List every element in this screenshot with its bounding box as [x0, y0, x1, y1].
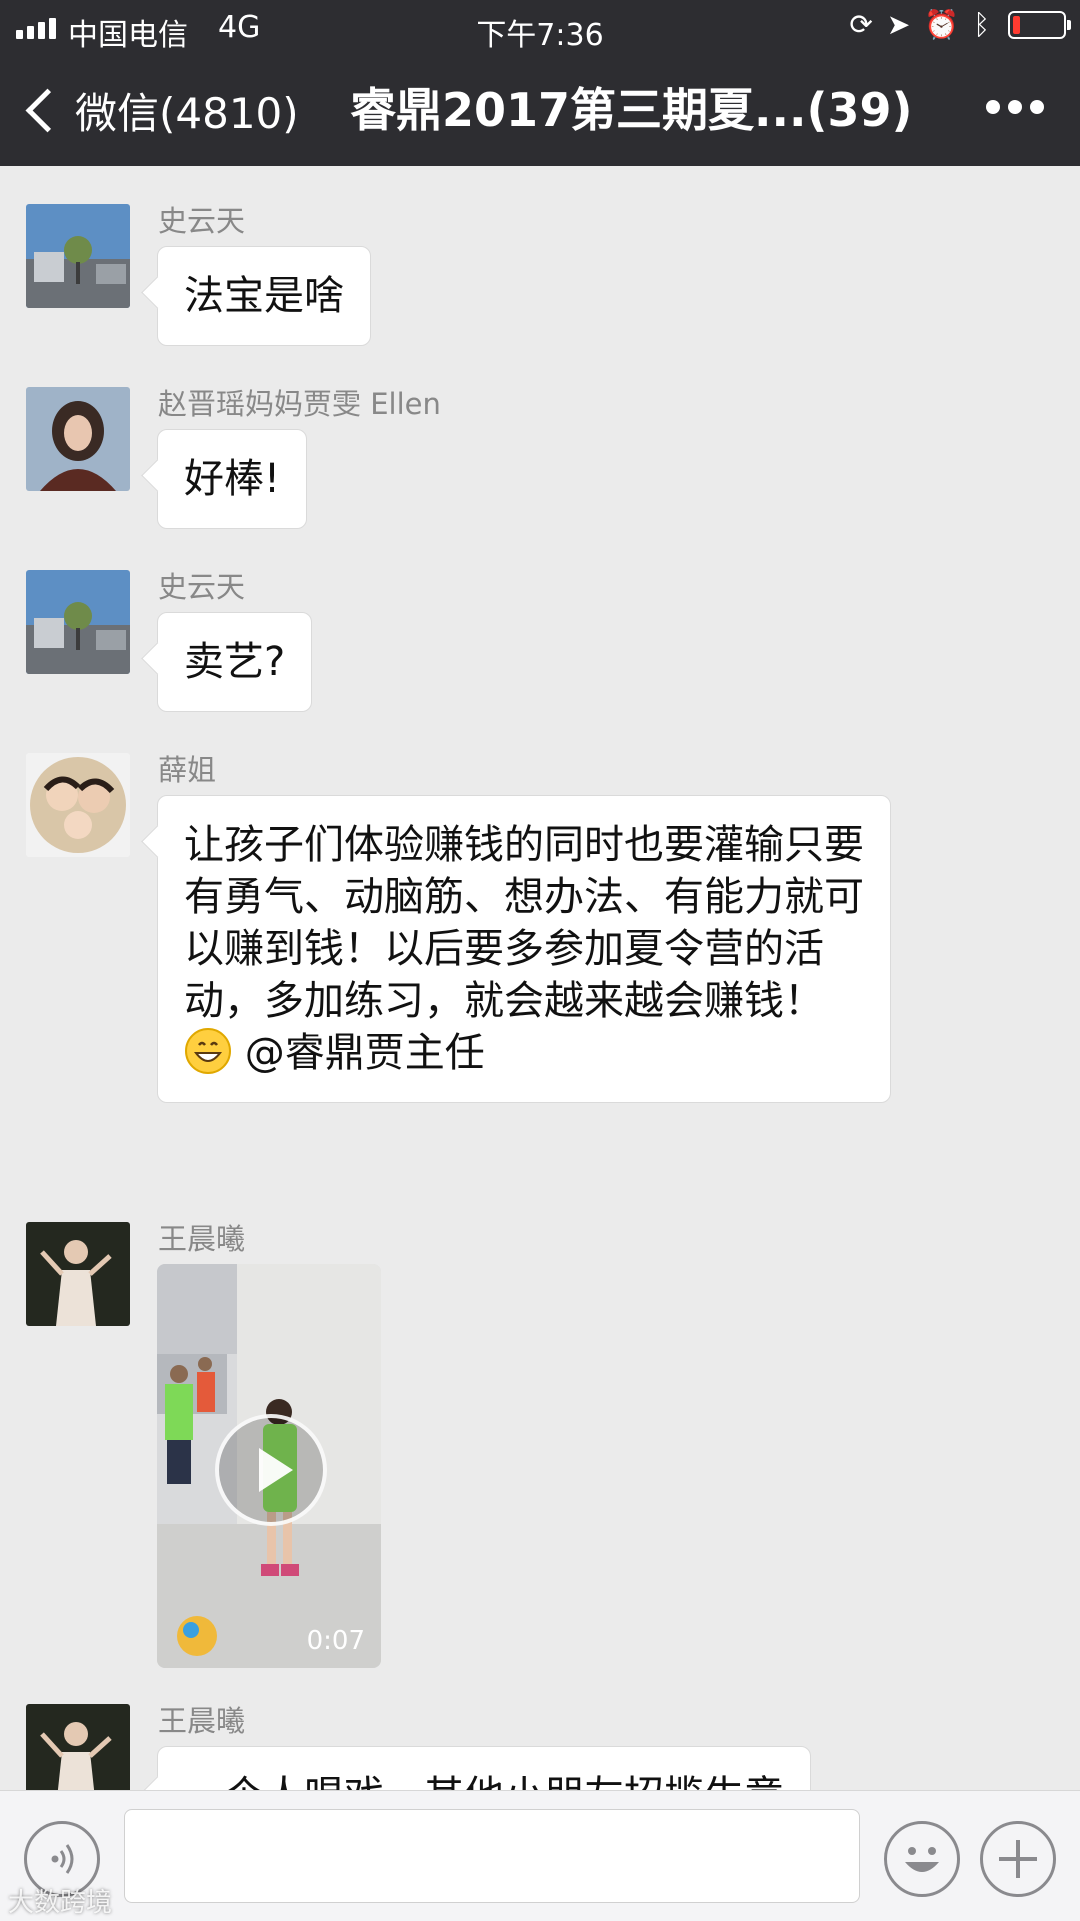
back-label: 微信(4810): [75, 88, 299, 138]
sender-name: 王晨曦: [158, 1704, 246, 1738]
location-icon: ➤: [886, 8, 911, 41]
grinning-face-icon: [185, 1028, 231, 1074]
status-icons: ⟳ ➤ ⏰ ᛒ: [849, 8, 1071, 42]
rotation-lock-icon: ⟳: [849, 8, 873, 41]
avatar[interactable]: [26, 204, 130, 308]
status-bar: 中国电信 4G 下午7:36 ⟳ ➤ ⏰ ᛒ: [0, 0, 1080, 56]
avatar[interactable]: [26, 753, 130, 857]
mention-link[interactable]: @睿鼎贾主任: [245, 1030, 485, 1076]
back-button[interactable]: 微信(4810): [20, 80, 299, 140]
message-bubble[interactable]: 好棒!: [157, 429, 308, 529]
video-thumbnail[interactable]: 0:07: [157, 1264, 381, 1668]
sender-name: 史云天: [158, 204, 246, 238]
message-bubble[interactable]: 让孩子们体验赚钱的同时也要灌输只要有勇气、动脑筋、想办法、有能力就可以赚到钱！以…: [157, 795, 891, 1103]
chat-list[interactable]: 史云天 法宝是啥 赵晋瑶妈妈贾雯 Ellen 好棒! 史云天 卖艺? 薛姐 让孩…: [0, 166, 1080, 1790]
avatar[interactable]: [26, 1222, 130, 1326]
alarm-icon: ⏰: [924, 8, 960, 41]
message-bubble[interactable]: 法宝是啥: [157, 246, 371, 346]
more-dots-icon[interactable]: [986, 100, 1044, 114]
battery-icon: [1008, 11, 1071, 39]
chevron-left-icon: [25, 88, 70, 132]
emoji-icon[interactable]: [884, 1821, 960, 1897]
top-bar: 中国电信 4G 下午7:36 ⟳ ➤ ⏰ ᛒ 微信(4810) 睿鼎2017第三…: [0, 0, 1080, 166]
sender-name: 王晨曦: [158, 1222, 246, 1256]
message-input[interactable]: [124, 1809, 860, 1903]
watermark: 大数跨境: [8, 1888, 113, 1918]
video-duration: 0:07: [306, 1626, 365, 1656]
avatar[interactable]: [26, 387, 130, 491]
message-text: 让孩子们体验赚钱的同时也要灌输只要有勇气、动脑筋、想办法、有能力就可以赚到钱！以…: [184, 822, 864, 1024]
sender-name: 薛姐: [158, 753, 217, 787]
sender-name: 史云天: [158, 570, 246, 604]
message-bubble[interactable]: 卖艺?: [157, 612, 313, 712]
sender-name: 赵晋瑶妈妈贾雯 Ellen: [158, 387, 441, 421]
play-icon[interactable]: [215, 1414, 327, 1526]
nav-bar: 微信(4810) 睿鼎2017第三期夏...(39): [0, 56, 1080, 166]
input-bar: [0, 1790, 1080, 1921]
plus-icon[interactable]: [980, 1821, 1056, 1897]
message-bubble[interactable]: 一个人唱戏，其他小朋友招揽生意: [157, 1746, 811, 1790]
avatar[interactable]: [26, 570, 130, 674]
chat-title: 睿鼎2017第三期夏...(39): [350, 83, 913, 137]
bluetooth-icon: ᛒ: [973, 8, 990, 41]
avatar[interactable]: [26, 1704, 130, 1790]
